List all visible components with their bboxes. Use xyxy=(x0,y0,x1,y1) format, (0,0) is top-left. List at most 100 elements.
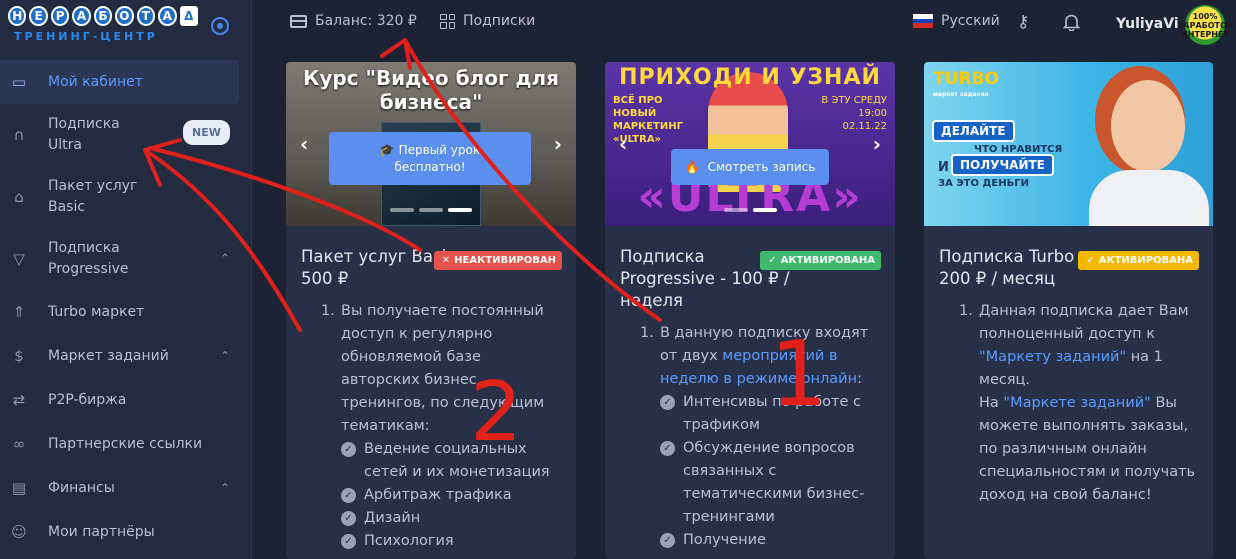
sidebar-item-my-cabinet[interactable]: ▭ Мой кабинет xyxy=(0,60,239,104)
sidebar-item-basic[interactable]: ⌂ Пакет услуг Basic xyxy=(0,166,252,228)
sidebar-item-label: Turbo маркет xyxy=(48,304,145,320)
bell-icon[interactable] xyxy=(1062,13,1081,32)
sidebar-item-label: P2P-биржа xyxy=(48,392,127,408)
sidebar-item-label: Мои партнёры xyxy=(48,524,155,540)
card-turbo: TURBO маркет задания ДЕЛАЙТЕ ЧТО НРАВИТСЯ… xyxy=(924,62,1213,559)
sidebar-item-turbo-market[interactable]: ⇑ Turbo маркет xyxy=(0,290,252,334)
sidebar-item-partners[interactable]: ☺ Мои партнёры xyxy=(0,510,252,554)
logo-letter: Δ xyxy=(179,6,198,26)
check-item: Дизайн xyxy=(341,507,561,530)
status-badge: ✕ НЕАКТИВИРОВАН xyxy=(433,251,562,270)
language-label: Русский xyxy=(941,13,1000,29)
sidebar-item-p2p[interactable]: ⇄ P2P-биржа xyxy=(0,378,252,422)
status-badge: ✓ АКТИВИРОВАНА xyxy=(760,251,881,270)
turbo-logo: TURBO маркет задания xyxy=(933,69,999,99)
sidebar-nav: ▭ Мой кабинет ∩ Подписка Ultra NEW ⌂ Пак… xyxy=(0,60,252,554)
carousel-dots[interactable] xyxy=(286,208,576,212)
free-lesson-button[interactable]: 🎓 Первый урок бесплатно! xyxy=(329,132,531,185)
banner-video-blog[interactable]: Курс "Видео блог для бизнеса" ‹ › 🎓 Перв… xyxy=(286,62,576,226)
chevron-left-icon[interactable]: ‹ xyxy=(300,132,308,156)
task-market-link[interactable]: "Маркете заданий" xyxy=(1003,395,1150,411)
status-label: АКТИВИРОВАНА xyxy=(780,255,875,266)
chevron-up-icon: ⌃ xyxy=(219,251,230,266)
list-item-text: Данная подписка дает Вам полноценный дос… xyxy=(979,303,1189,342)
dollar-icon: $ xyxy=(14,347,24,365)
sidebar-item-task-market[interactable]: $ Маркет заданий ⌃ xyxy=(0,334,252,378)
sidebar-item-label: Мой кабинет xyxy=(48,74,143,90)
sidebar-item-progressive[interactable]: ▽ Подписка Progressive ⌃ xyxy=(0,228,252,290)
avatar-text: 100% НАРАБОТОК ИНТЕРНЕТ xyxy=(1176,11,1234,39)
list-item: Вы получаете постоянный доступ к регуляр… xyxy=(341,303,545,434)
swap-icon: ⇄ xyxy=(12,391,26,409)
list-item-text: Вы можете выполнять заказы, по различным… xyxy=(979,395,1196,503)
status-label: НЕАКТИВИРОВАН xyxy=(454,255,556,266)
chevron-left-icon[interactable]: ‹ xyxy=(619,132,627,156)
list-item-text: : xyxy=(857,371,862,387)
subscriptions-link[interactable]: Подписки xyxy=(440,13,535,29)
new-badge: NEW xyxy=(183,120,230,145)
chevron-up-icon: ⌃ xyxy=(219,349,230,363)
sidebar-item-label: Подписка Ultra xyxy=(48,116,120,153)
check-item: Получение xyxy=(660,529,880,552)
logo-subtitle: ТРЕНИНГ-ЦЕНТР xyxy=(14,30,158,43)
woman-image xyxy=(1079,70,1213,226)
sidebar-item-ultra[interactable]: ∩ Подписка Ultra NEW xyxy=(0,104,252,166)
headphones-icon: ∩ xyxy=(13,125,25,144)
check-item: Ведение социальных сетей и их монетизаци… xyxy=(341,438,561,484)
logo-letter: О xyxy=(115,6,134,26)
graduation-cap-icon: 🎓 xyxy=(379,142,399,157)
logo-letter: Е xyxy=(29,6,48,26)
balance-link[interactable]: Баланс: 320 ₽ xyxy=(290,13,417,29)
users-icon: ☺ xyxy=(11,523,27,541)
banner-ultra[interactable]: ПРИХОДИ И УЗНАЙ ВСЁ ПРО НОВЫЙ МАРКЕТИНГ … xyxy=(605,62,895,226)
wallet-icon: ▤ xyxy=(11,479,27,497)
grid-icon xyxy=(440,13,455,29)
bank-icon: ⌂ xyxy=(14,187,24,206)
banner-pill: ПОЛУЧАЙТЕ xyxy=(951,154,1054,176)
close-icon: ✕ xyxy=(441,255,451,266)
language-select[interactable]: Русский xyxy=(913,13,1000,29)
balance-label: Баланс: 320 ₽ xyxy=(315,13,417,29)
status-label: АКТИВИРОВАНА xyxy=(1098,255,1193,266)
subscriptions-label: Подписки xyxy=(463,13,536,29)
sidebar-toggle-icon[interactable] xyxy=(211,17,229,35)
logo-letter: Р xyxy=(50,6,70,26)
sidebar-item-label: Подписка Progressive xyxy=(48,240,129,277)
sidebar-item-finance[interactable]: ▤ Финансы ⌃ xyxy=(0,466,252,510)
key-icon[interactable]: ⚷ xyxy=(1017,12,1029,32)
username[interactable]: YuliyaVi xyxy=(1116,16,1179,32)
russia-flag-icon xyxy=(913,14,933,29)
check-icon: ✓ xyxy=(768,255,777,266)
logo-letter: Н xyxy=(8,6,27,26)
logo[interactable]: Н Е Р А Б О Т А Δ ТРЕНИНГ-ЦЕНТР xyxy=(8,6,198,52)
chevron-up-icon: ⌃ xyxy=(219,481,230,495)
free-lesson-label: Первый урок бесплатно! xyxy=(394,142,481,174)
banner-turbo[interactable]: TURBO маркет задания ДЕЛАЙТЕ ЧТО НРАВИТСЯ… xyxy=(924,62,1213,226)
status-badge: ✓ АКТИВИРОВАНА xyxy=(1078,251,1199,270)
link-icon: ∞ xyxy=(12,435,26,453)
check-icon: ✓ xyxy=(1086,255,1095,266)
sidebar-item-partner-links[interactable]: ∞ Партнерские ссылки xyxy=(0,422,252,466)
list-item-text: На xyxy=(979,395,1004,411)
check-item: Интенсивы по работе с трафиком xyxy=(660,391,880,437)
chevron-right-icon[interactable]: › xyxy=(873,132,881,156)
banner-title: Курс "Видео блог для бизнеса" xyxy=(302,66,560,114)
watch-recording-button[interactable]: 🔥 Смотреть запись xyxy=(671,149,829,185)
carousel-dots[interactable] xyxy=(605,208,895,212)
rocket-icon: ⇑ xyxy=(12,303,26,321)
check-item: Психология xyxy=(341,530,561,553)
chevron-right-icon[interactable]: › xyxy=(554,132,562,156)
check-item: Арбитраж трафика xyxy=(341,484,561,507)
logo-letter: Т xyxy=(136,6,156,26)
logo-letter: А xyxy=(72,6,91,26)
logo-letter: Б xyxy=(93,6,113,26)
banner-pill: ДЕЛАЙТЕ xyxy=(932,120,1015,142)
sidebar-item-label: Пакет услуг Basic xyxy=(48,178,138,215)
banner-note: И xyxy=(938,160,949,175)
logo-letter: А xyxy=(158,6,177,26)
banner-date: В ЭТУ СРЕДУ 19:00 02.11.22 xyxy=(821,95,887,132)
task-market-link[interactable]: "Маркету заданий" xyxy=(979,349,1126,365)
banner-note: ЗА ЭТО ДЕНЬГИ xyxy=(938,178,1029,189)
avatar[interactable]: 100% НАРАБОТОК ИНТЕРНЕТ xyxy=(1177,5,1233,45)
sidebar-item-label: Партнерские ссылки xyxy=(48,436,203,452)
